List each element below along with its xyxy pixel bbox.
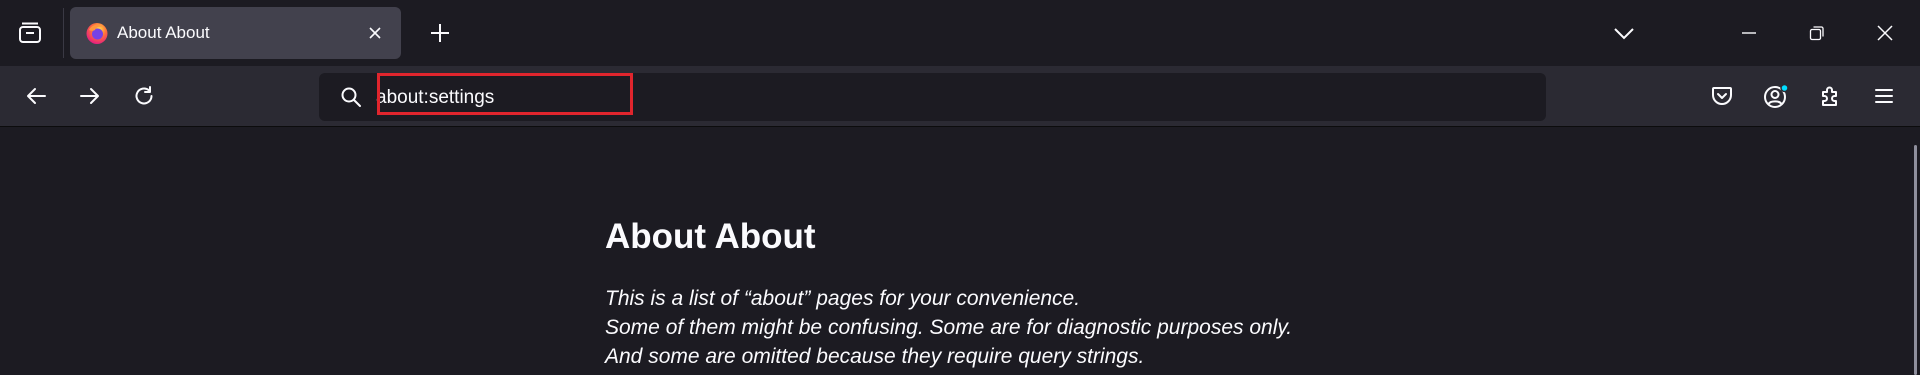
close-tab-icon[interactable] bbox=[363, 21, 387, 45]
back-arrow-icon bbox=[25, 85, 47, 107]
search-icon bbox=[339, 85, 363, 109]
close-icon bbox=[1876, 24, 1894, 42]
minimize-button[interactable] bbox=[1724, 8, 1774, 58]
pocket-icon bbox=[1710, 84, 1734, 108]
address-bar[interactable]: about:settings bbox=[319, 73, 1546, 121]
tab-title: About About bbox=[117, 23, 210, 42]
firefox-logo-icon bbox=[85, 21, 109, 45]
tab-about-about[interactable]: About About bbox=[70, 7, 401, 59]
extensions-button[interactable] bbox=[1808, 74, 1852, 118]
tab-bar: About About bbox=[0, 0, 1920, 66]
tab-list-icon bbox=[17, 20, 43, 46]
minimize-icon bbox=[1741, 25, 1757, 41]
forward-arrow-icon bbox=[79, 85, 101, 107]
navigation-toolbar: about:settings bbox=[0, 66, 1920, 127]
pocket-button[interactable] bbox=[1700, 74, 1744, 118]
intro-line: This is a list of “about” pages for your… bbox=[605, 287, 1081, 310]
intro-text: This is a list of “about” pages for your… bbox=[605, 284, 1292, 371]
tab-separator bbox=[63, 8, 64, 58]
list-all-tabs-button[interactable] bbox=[1599, 8, 1649, 58]
close-window-button[interactable] bbox=[1860, 8, 1910, 58]
forward-button[interactable] bbox=[68, 74, 112, 118]
url-input[interactable]: about:settings bbox=[376, 73, 494, 121]
page-title: About About bbox=[605, 217, 816, 256]
new-tab-button[interactable] bbox=[418, 11, 462, 55]
intro-line: And some are omitted because they requir… bbox=[605, 345, 1145, 368]
tab-list-button[interactable] bbox=[6, 10, 54, 56]
account-icon bbox=[1762, 82, 1790, 110]
vertical-scrollbar[interactable] bbox=[1914, 145, 1917, 375]
back-button[interactable] bbox=[14, 74, 58, 118]
reload-icon bbox=[133, 85, 155, 107]
app-menu-button[interactable] bbox=[1862, 74, 1906, 118]
plus-icon bbox=[429, 22, 451, 44]
restore-icon bbox=[1809, 25, 1825, 41]
restore-button[interactable] bbox=[1792, 8, 1842, 58]
hamburger-menu-icon bbox=[1873, 85, 1895, 107]
intro-line: Some of them might be confusing. Some ar… bbox=[605, 316, 1293, 339]
reload-button[interactable] bbox=[122, 74, 166, 118]
extensions-icon bbox=[1818, 84, 1842, 108]
account-button[interactable] bbox=[1754, 74, 1798, 118]
chevron-down-icon bbox=[1613, 26, 1635, 40]
